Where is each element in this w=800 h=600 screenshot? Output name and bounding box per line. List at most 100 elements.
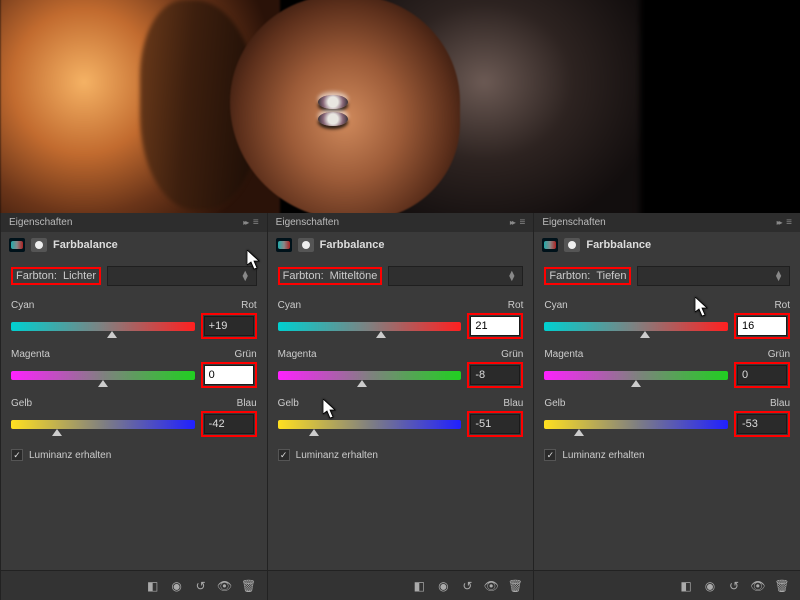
preserve-luminosity-label: Luminanz erhalten [296,450,378,461]
slider-yel_blue[interactable] [278,420,462,429]
tone-value: Lichter [63,270,96,282]
properties-panel: Eigenschaften ▸▸ ≡ Farbbalance Farbton: … [533,213,800,600]
panel-tab-title: Eigenschaften [542,217,605,228]
visibility-icon[interactable]: 👁 [481,576,501,596]
slider-cyan_red[interactable] [544,322,728,331]
dropdown-arrows-icon: ▲▼ [241,271,250,281]
adjustment-icon [9,238,25,252]
slider-label-right: Rot [774,300,790,311]
panel-footer: ◧◉↺👁🗑 [1,570,267,600]
panel-menu-icon[interactable]: ≡ [253,217,259,228]
slider-mag_green[interactable] [544,371,728,380]
slider-label-left: Gelb [544,398,565,409]
mask-icon[interactable] [31,238,47,252]
slider-label-right: Rot [508,300,524,311]
trash-icon[interactable]: 🗑 [239,576,259,596]
panel-tab-title: Eigenschaften [276,217,339,228]
slider-label-left: Gelb [11,398,32,409]
tone-value: Tiefen [596,270,626,282]
tone-label: Farbton: [16,270,57,282]
panel-header: Farbbalance [1,232,267,258]
reset-icon[interactable]: ↺ [457,576,477,596]
tone-label: Farbton: [283,270,324,282]
collapse-icon[interactable]: ▸▸ [510,218,514,227]
slider-label-right: Blau [237,398,257,409]
slider-label-right: Grün [768,349,790,360]
adjustment-icon [542,238,558,252]
slider-yel_blue[interactable] [544,420,728,429]
panel-menu-icon[interactable]: ≡ [520,217,526,228]
tone-dropdown[interactable]: ▲▼ [637,266,790,286]
panel-tab[interactable]: Eigenschaften ▸▸ ≡ [534,213,800,232]
slider-label-left: Magenta [11,349,50,360]
value-input-yel_blue[interactable] [204,414,254,434]
value-input-yel_blue[interactable] [737,414,787,434]
view-prev-icon[interactable]: ◉ [167,576,187,596]
preserve-luminosity-checkbox[interactable]: ✓ [278,449,290,461]
value-input-mag_green[interactable] [470,365,520,385]
value-input-cyan_red[interactable] [470,316,520,336]
visibility-icon[interactable]: 👁 [748,576,768,596]
clip-icon[interactable]: ◧ [409,576,429,596]
value-input-yel_blue[interactable] [470,414,520,434]
mask-icon[interactable] [298,238,314,252]
preserve-luminosity-checkbox[interactable]: ✓ [11,449,23,461]
adjustment-title: Farbbalance [586,239,651,251]
preserve-luminosity-checkbox[interactable]: ✓ [544,449,556,461]
clip-icon[interactable]: ◧ [143,576,163,596]
slider-label-right: Blau [770,398,790,409]
slider-label-right: Grün [234,349,256,360]
slider-cyan_red[interactable] [278,322,462,331]
slider-label-right: Blau [503,398,523,409]
slider-yel_blue[interactable] [11,420,195,429]
preserve-luminosity-label: Luminanz erhalten [562,450,644,461]
mask-icon[interactable] [564,238,580,252]
collapse-icon[interactable]: ▸▸ [777,218,781,227]
value-input-mag_green[interactable] [737,365,787,385]
properties-panel: Eigenschaften ▸▸ ≡ Farbbalance Farbton: … [0,213,267,600]
dropdown-arrows-icon: ▲▼ [774,271,783,281]
reset-icon[interactable]: ↺ [724,576,744,596]
slider-label-left: Cyan [544,300,567,311]
slider-label-left: Cyan [278,300,301,311]
panel-footer: ◧◉↺👁🗑 [534,570,800,600]
tone-label: Farbton: [549,270,590,282]
panel-header: Farbbalance [268,232,534,258]
panel-tab[interactable]: Eigenschaften ▸▸ ≡ [268,213,534,232]
slider-label-right: Grün [501,349,523,360]
value-input-mag_green[interactable] [204,365,254,385]
visibility-icon[interactable]: 👁 [215,576,235,596]
panel-tab-title: Eigenschaften [9,217,72,228]
panel-header: Farbbalance [534,232,800,258]
reset-icon[interactable]: ↺ [191,576,211,596]
adjustment-icon [276,238,292,252]
panel-footer: ◧◉↺👁🗑 [268,570,534,600]
slider-label-left: Magenta [544,349,583,360]
canvas-preview[interactable] [0,0,800,213]
adjustment-title: Farbbalance [320,239,385,251]
view-prev-icon[interactable]: ◉ [700,576,720,596]
clip-icon[interactable]: ◧ [676,576,696,596]
tone-dropdown[interactable]: ▲▼ [388,266,523,286]
slider-mag_green[interactable] [11,371,195,380]
tone-dropdown[interactable]: ▲▼ [107,266,257,286]
slider-label-left: Gelb [278,398,299,409]
slider-label-left: Magenta [278,349,317,360]
value-input-cyan_red[interactable] [204,316,254,336]
properties-panel: Eigenschaften ▸▸ ≡ Farbbalance Farbton: … [267,213,534,600]
dropdown-arrows-icon: ▲▼ [507,271,516,281]
adjustment-title: Farbbalance [53,239,118,251]
slider-label-right: Rot [241,300,257,311]
view-prev-icon[interactable]: ◉ [433,576,453,596]
trash-icon[interactable]: 🗑 [505,576,525,596]
collapse-icon[interactable]: ▸▸ [243,218,247,227]
slider-label-left: Cyan [11,300,34,311]
preserve-luminosity-label: Luminanz erhalten [29,450,111,461]
slider-cyan_red[interactable] [11,322,195,331]
slider-mag_green[interactable] [278,371,462,380]
trash-icon[interactable]: 🗑 [772,576,792,596]
panel-tab[interactable]: Eigenschaften ▸▸ ≡ [1,213,267,232]
panel-menu-icon[interactable]: ≡ [786,217,792,228]
value-input-cyan_red[interactable] [737,316,787,336]
tone-value: Mitteltöne [330,270,378,282]
